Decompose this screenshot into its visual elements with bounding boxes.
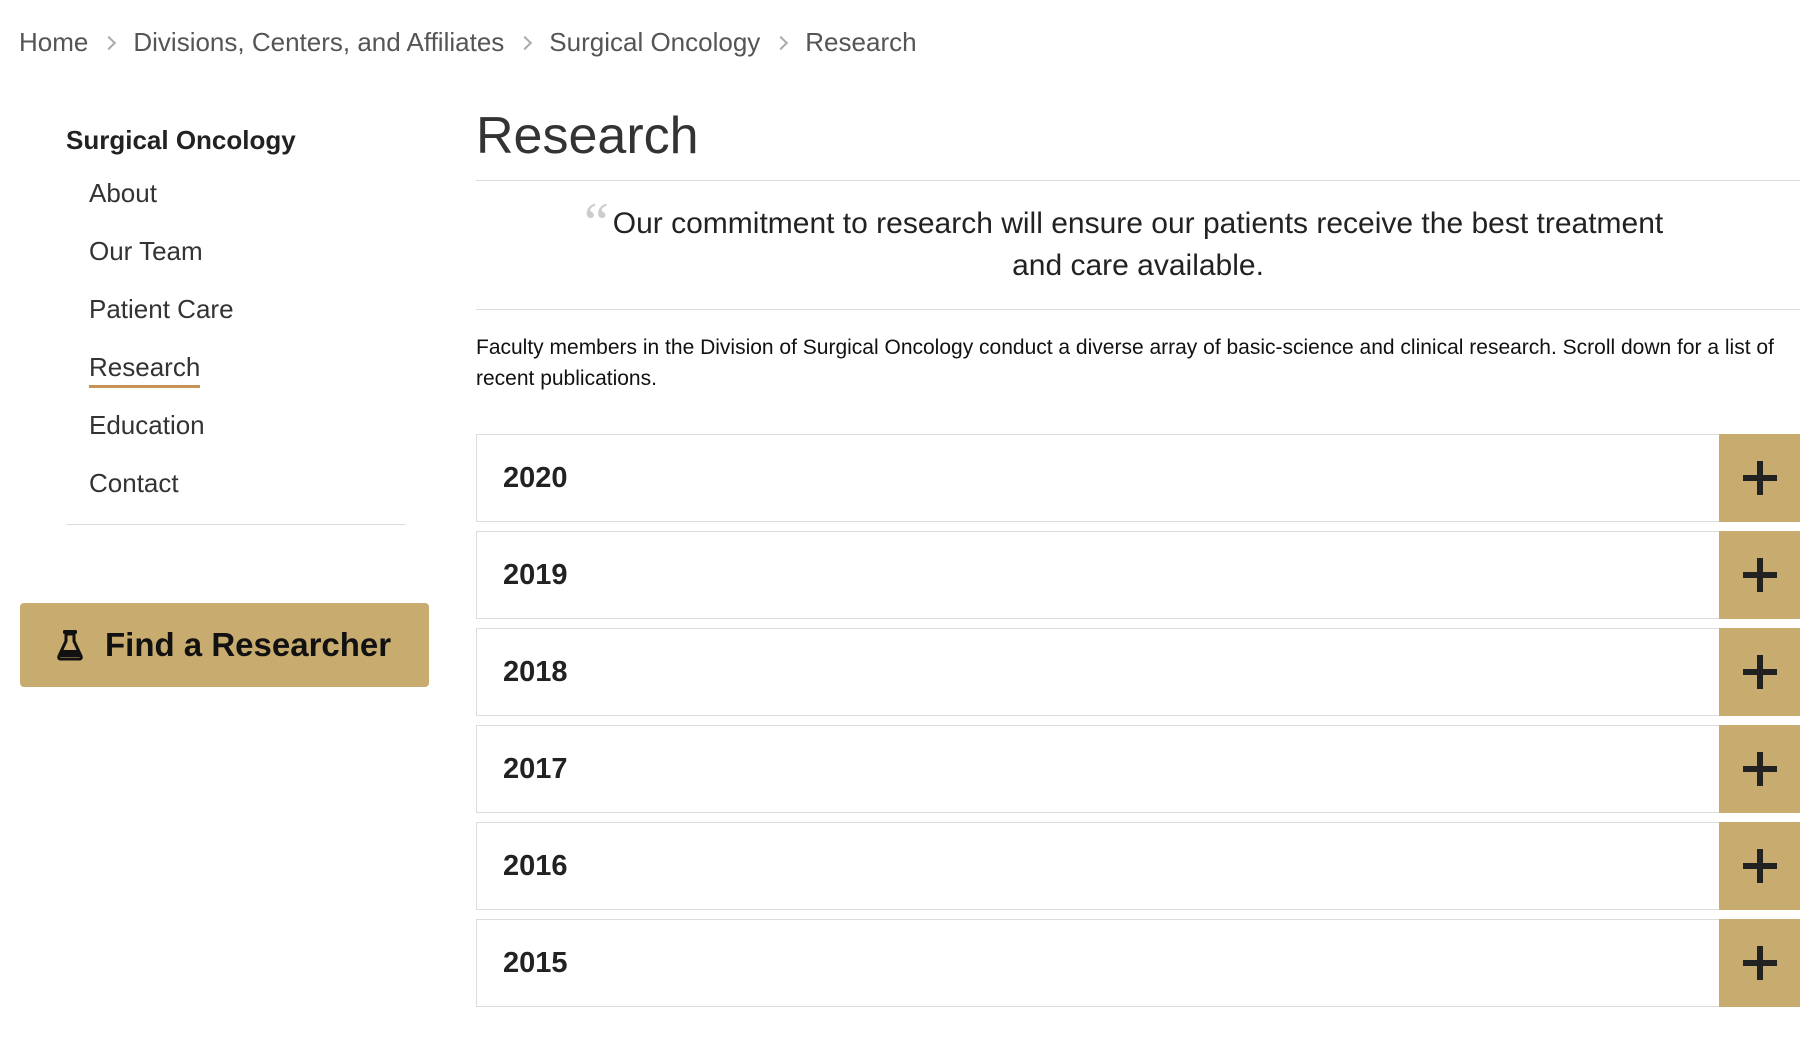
accordion-year: 2020 [503, 462, 568, 494]
chevron-right-icon [518, 35, 533, 51]
expand-button[interactable] [1719, 531, 1800, 619]
breadcrumb-home[interactable]: Home [19, 27, 88, 58]
sidebar-item-label: About [89, 178, 157, 208]
intro-text: Faculty members in the Division of Surgi… [476, 336, 1774, 390]
accordion-year: 2019 [503, 559, 568, 591]
sidebar-item-education[interactable]: Education [89, 396, 406, 454]
accordion-year: 2017 [503, 753, 568, 785]
quote-text: Our commitment to research will ensure o… [612, 207, 1664, 282]
sidebar-item-label: Patient Care [89, 294, 234, 324]
publications-accordion: 2020 2019 2018 2017 2016 2015 [476, 434, 1800, 1007]
plus-icon [1742, 849, 1777, 883]
chevron-right-icon [774, 35, 789, 51]
sidebar-item-contact[interactable]: Contact [89, 454, 406, 512]
breadcrumb-divisions[interactable]: Divisions, Centers, and Affiliates [133, 27, 504, 58]
main-content: Research “ Our commitment to research wi… [476, 100, 1800, 1016]
sidebar-divider [66, 524, 406, 525]
plus-icon [1742, 946, 1777, 980]
expand-button[interactable] [1719, 822, 1800, 910]
quote-mark-icon: “ [584, 192, 609, 254]
sidebar: Surgical Oncology About Our Team Patient… [66, 116, 406, 525]
plus-icon [1742, 558, 1777, 592]
flask-icon [57, 629, 83, 661]
sidebar-item-patient-care[interactable]: Patient Care [89, 280, 406, 338]
divider [476, 309, 1800, 310]
sidebar-item-label: Contact [89, 468, 179, 498]
accordion-item[interactable]: 2015 [476, 919, 1800, 1007]
expand-button[interactable] [1719, 725, 1800, 813]
sidebar-item-label: Our Team [89, 236, 203, 266]
plus-icon [1742, 752, 1777, 786]
accordion-item[interactable]: 2018 [476, 628, 1800, 716]
expand-button[interactable] [1719, 628, 1800, 716]
sidebar-item-label: Education [89, 410, 205, 440]
sidebar-item-about[interactable]: About [89, 164, 406, 222]
plus-icon [1742, 461, 1777, 495]
expand-button[interactable] [1719, 434, 1800, 522]
accordion-item[interactable]: 2020 [476, 434, 1800, 522]
breadcrumb-surgical-oncology[interactable]: Surgical Oncology [549, 27, 760, 58]
chevron-right-icon [102, 35, 117, 51]
accordion-item[interactable]: 2017 [476, 725, 1800, 813]
expand-button[interactable] [1719, 919, 1800, 1007]
accordion-year: 2015 [503, 947, 568, 979]
sidebar-item-our-team[interactable]: Our Team [89, 222, 406, 280]
breadcrumb-current: Research [805, 26, 917, 57]
accordion-item[interactable]: 2019 [476, 531, 1800, 619]
sidebar-item-research[interactable]: Research [89, 338, 406, 396]
accordion-year: 2016 [503, 850, 568, 882]
find-researcher-label: Find a Researcher [105, 626, 392, 663]
accordion-item[interactable]: 2016 [476, 822, 1800, 910]
page-title: Research [476, 107, 699, 165]
sidebar-title[interactable]: Surgical Oncology [66, 116, 406, 164]
find-researcher-button[interactable]: Find a Researcher [20, 603, 429, 687]
plus-icon [1742, 655, 1777, 689]
accordion-year: 2018 [503, 656, 568, 688]
breadcrumb: Home Divisions, Centers, and Affiliates … [19, 24, 917, 60]
sidebar-item-label: Research [89, 352, 201, 388]
pull-quote: “ Our commitment to research will ensure… [476, 181, 1800, 309]
